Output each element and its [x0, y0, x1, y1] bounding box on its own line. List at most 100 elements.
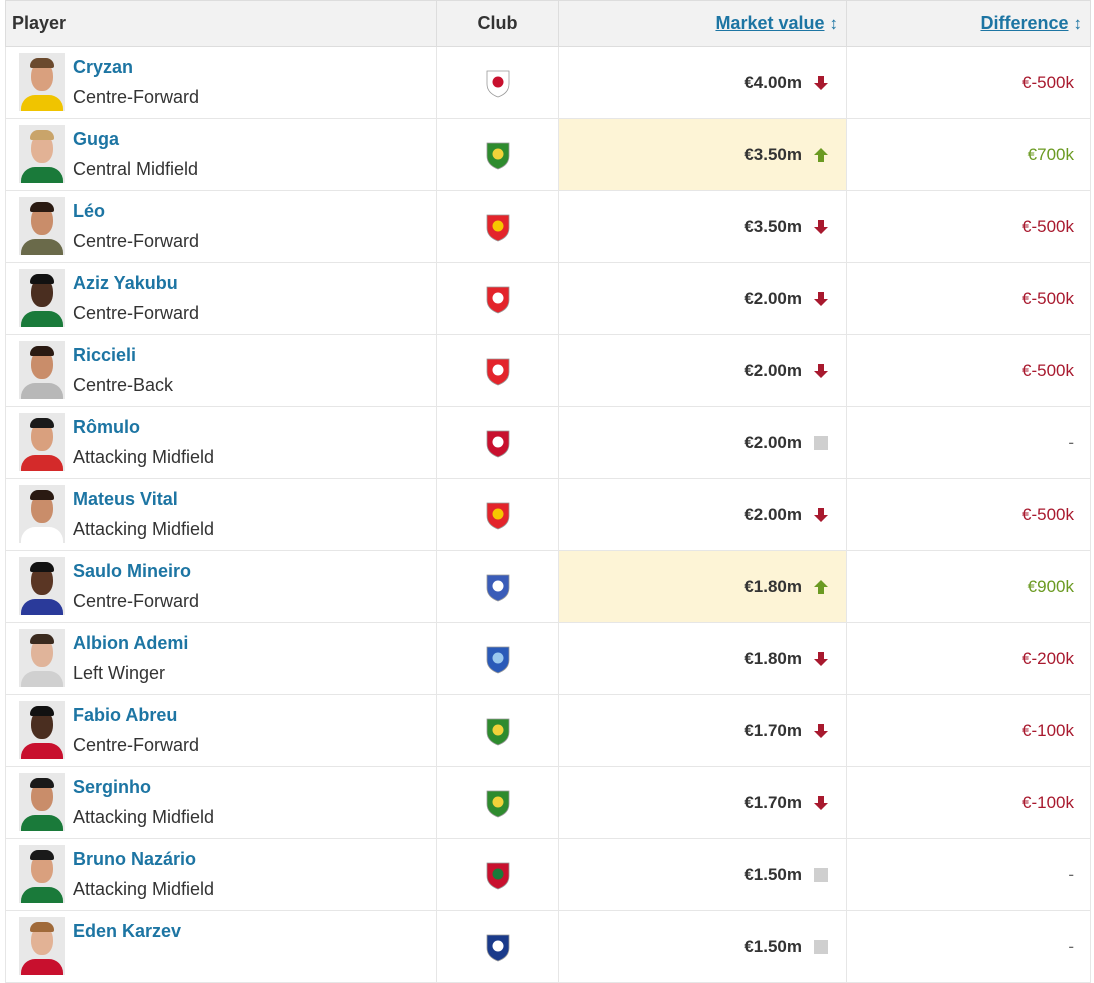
player-photo[interactable]: [19, 269, 65, 327]
player-photo[interactable]: [19, 341, 65, 399]
arrow-up-icon: [814, 579, 828, 594]
player-cell: Saulo Mineiro Centre-Forward: [5, 550, 437, 623]
table-row: Guga Central Midfield €3.50m €700k: [5, 118, 1091, 191]
player-position: Centre-Forward: [73, 231, 200, 251]
market-value: €2.00m: [744, 360, 802, 380]
player-name-link[interactable]: Léo: [73, 201, 105, 222]
table-row: Léo Centre-Forward €3.50m €-500k: [5, 190, 1091, 263]
player-name-link[interactable]: Guga: [73, 129, 119, 150]
market-value-cell: €3.50m: [558, 190, 847, 263]
market-value-column-header[interactable]: Market value ↕: [558, 0, 847, 47]
player-name-link[interactable]: Saulo Mineiro: [73, 561, 191, 582]
difference-column-header[interactable]: Difference ↕: [846, 0, 1091, 47]
market-value-cell: €2.00m: [558, 334, 847, 407]
henan-crest-icon[interactable]: [485, 860, 511, 890]
player-position: Left Winger: [73, 663, 166, 683]
player-photo[interactable]: [19, 413, 65, 471]
player-name-link[interactable]: Rômulo: [73, 417, 140, 438]
player-cell: Mateus Vital Attacking Midfield: [5, 478, 437, 551]
club-cell: [436, 478, 559, 551]
player-name-link[interactable]: Cryzan: [73, 57, 133, 78]
player-photo[interactable]: [19, 701, 65, 759]
difference-value: €-100k: [1022, 720, 1074, 740]
player-cell: Albion Ademi Left Winger: [5, 622, 437, 695]
player-photo[interactable]: [19, 557, 65, 615]
club-cell: [436, 406, 559, 479]
player-name-link[interactable]: Eden Karzev: [73, 921, 181, 942]
unchanged-square-icon: [814, 435, 828, 450]
player-name-link[interactable]: Fabio Abreu: [73, 705, 177, 726]
player-cell: Cryzan Centre-Forward: [5, 46, 437, 119]
table-row: Fabio Abreu Centre-Forward €1.70m €-100k: [5, 694, 1091, 767]
player-position: Central Midfield: [73, 159, 199, 179]
market-value: €1.50m: [744, 864, 802, 884]
player-photo[interactable]: [19, 773, 65, 831]
sort-by-market-value-link[interactable]: Market value: [715, 13, 824, 33]
player-cell: Bruno Nazário Attacking Midfield: [5, 838, 437, 911]
market-value-cell: €2.00m: [558, 262, 847, 335]
changchun-yatai-crest-icon[interactable]: [485, 284, 511, 314]
market-value-cell: €3.50m: [558, 118, 847, 191]
arrow-up-icon: [814, 147, 828, 162]
arrow-down-icon: [814, 75, 828, 90]
player-cell: Guga Central Midfield: [5, 118, 437, 191]
difference-value: €-200k: [1022, 648, 1074, 668]
player-photo[interactable]: [19, 485, 65, 543]
difference-value: -: [1068, 432, 1074, 452]
player-name-link[interactable]: Albion Ademi: [73, 633, 188, 654]
player-photo[interactable]: [19, 917, 65, 975]
arrow-down-icon: [814, 363, 828, 378]
player-position: Centre-Forward: [73, 591, 200, 611]
shanghai-shenhua-crest-icon[interactable]: [485, 572, 511, 602]
player-cell: Serginho Attacking Midfield: [5, 766, 437, 839]
zhejiang-crest-icon[interactable]: [485, 716, 511, 746]
sort-arrows-icon[interactable]: ↕: [1074, 14, 1083, 34]
sort-arrows-icon[interactable]: ↕: [830, 14, 839, 34]
player-name-link[interactable]: Serginho: [73, 777, 151, 798]
player-cell: Eden Karzev: [5, 910, 437, 983]
player-name-link[interactable]: Aziz Yakubu: [73, 273, 178, 294]
shanghai-port-crest-icon[interactable]: [485, 212, 511, 242]
dalian-crest-icon[interactable]: [485, 932, 511, 962]
difference-cell: €-100k: [846, 694, 1091, 767]
difference-value: €-500k: [1022, 504, 1074, 524]
club-cell: [436, 118, 559, 191]
player-photo[interactable]: [19, 53, 65, 111]
difference-cell: €900k: [846, 550, 1091, 623]
chengdu-crest-icon[interactable]: [485, 428, 511, 458]
player-name-link[interactable]: Bruno Nazário: [73, 849, 196, 870]
club-cell: [436, 622, 559, 695]
table-row: Bruno Nazário Attacking Midfield €1.50m -: [5, 838, 1091, 911]
player-column-header: Player: [5, 0, 437, 47]
difference-value: €-500k: [1022, 216, 1074, 236]
market-value: €1.70m: [744, 792, 802, 812]
player-cell: Rômulo Attacking Midfield: [5, 406, 437, 479]
difference-cell: €-500k: [846, 334, 1091, 407]
player-photo[interactable]: [19, 197, 65, 255]
qingdao-crest-icon[interactable]: [485, 644, 511, 674]
shanghai-port-crest-icon[interactable]: [485, 500, 511, 530]
club-cell: [436, 838, 559, 911]
changchun-yatai-crest-icon[interactable]: [485, 356, 511, 386]
difference-cell: €-500k: [846, 190, 1091, 263]
market-value: €3.50m: [744, 216, 802, 236]
table-row: Cryzan Centre-Forward €4.00m €-500k: [5, 46, 1091, 119]
zhejiang-crest-icon[interactable]: [485, 788, 511, 818]
difference-value: €-100k: [1022, 792, 1074, 812]
market-value-table: Player Club Market value ↕ Difference ↕ Cr…: [5, 0, 1091, 983]
market-value: €1.70m: [744, 720, 802, 740]
arrow-down-icon: [814, 219, 828, 234]
club-column-header: Club: [436, 0, 559, 47]
sort-by-difference-link[interactable]: Difference: [980, 13, 1068, 33]
player-name-link[interactable]: Riccieli: [73, 345, 136, 366]
player-position: Centre-Back: [73, 375, 174, 395]
player-photo[interactable]: [19, 845, 65, 903]
player-name-link[interactable]: Mateus Vital: [73, 489, 178, 510]
changchun-crest-icon[interactable]: [485, 68, 511, 98]
player-position: Centre-Forward: [73, 87, 200, 107]
arrow-down-icon: [814, 723, 828, 738]
market-value: €1.80m: [744, 648, 802, 668]
player-photo[interactable]: [19, 629, 65, 687]
zhejiang-crest-icon[interactable]: [485, 140, 511, 170]
player-photo[interactable]: [19, 125, 65, 183]
